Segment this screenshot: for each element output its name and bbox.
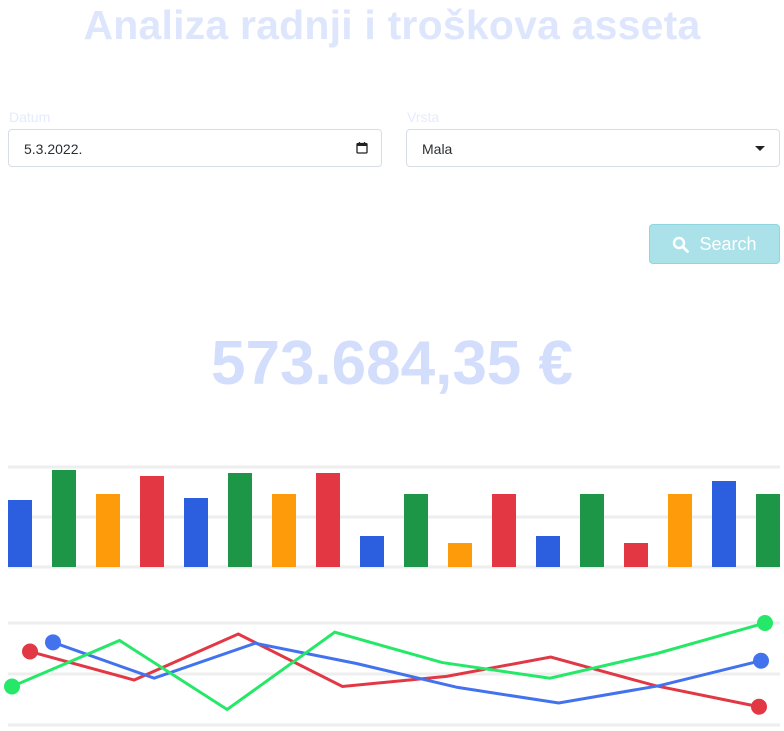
series-point[interactable] <box>22 643 38 660</box>
page-title: Analiza radnji i troškova asseta <box>83 2 701 48</box>
search-icon <box>673 236 690 253</box>
series-point[interactable] <box>757 615 773 631</box>
total-amount: 573.684,35 € <box>210 329 573 398</box>
chevron-down-icon <box>755 146 765 151</box>
series-point[interactable] <box>45 634 61 651</box>
bar[interactable] <box>492 494 516 567</box>
bar[interactable] <box>8 500 32 567</box>
search-button-label: Search <box>699 233 757 254</box>
bar[interactable] <box>272 494 296 567</box>
series-line <box>11 621 766 712</box>
date-value: 5.3.2022. <box>24 141 83 157</box>
date-input[interactable]: 5.3.2022. <box>8 129 382 167</box>
search-button[interactable]: Search <box>649 224 780 264</box>
series-line <box>29 632 760 709</box>
bar[interactable] <box>712 481 736 567</box>
bar[interactable] <box>756 494 780 567</box>
page: Analiza radnji i troškova asseta Datum 5… <box>0 0 784 731</box>
series-point[interactable] <box>4 678 20 695</box>
bar-chart <box>8 465 780 569</box>
type-label: Vrsta <box>407 109 440 125</box>
bar[interactable] <box>624 543 648 567</box>
series-point[interactable] <box>751 698 767 715</box>
bar[interactable] <box>228 473 252 567</box>
bar[interactable] <box>140 476 164 567</box>
series-point[interactable] <box>753 652 769 669</box>
bar[interactable] <box>184 498 208 567</box>
bar[interactable] <box>96 494 120 567</box>
date-label: Datum <box>9 109 51 125</box>
bar[interactable] <box>448 543 472 567</box>
bar[interactable] <box>404 494 428 567</box>
type-select[interactable]: Mala <box>406 129 780 167</box>
bar[interactable] <box>360 536 384 567</box>
calendar-icon[interactable] <box>356 142 368 154</box>
bar[interactable] <box>536 536 560 567</box>
line-chart <box>4 615 780 727</box>
bar[interactable] <box>580 494 604 567</box>
bar[interactable] <box>52 470 76 567</box>
bar[interactable] <box>668 494 692 567</box>
type-value: Mala <box>422 141 453 157</box>
bar[interactable] <box>316 473 340 567</box>
